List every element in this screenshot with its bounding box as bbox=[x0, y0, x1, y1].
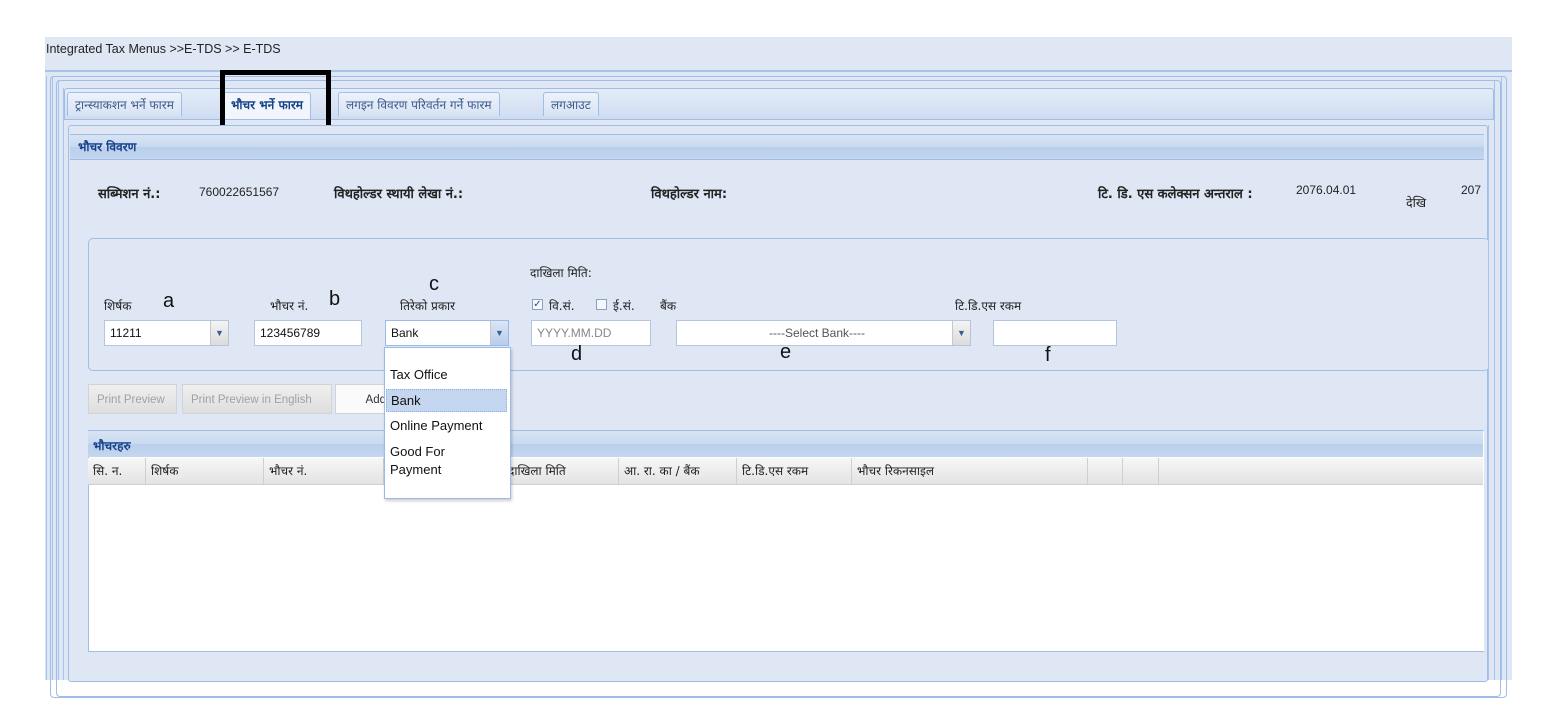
payment-type-label: तिरेको प्रकार bbox=[400, 299, 456, 313]
annotation-e: e bbox=[780, 341, 792, 363]
frame-edge bbox=[1494, 80, 1495, 680]
dropdown-option-online-payment[interactable]: Online Payment bbox=[386, 417, 507, 435]
voucher-no-label: भौचर नं. bbox=[270, 299, 309, 313]
frame-edge bbox=[1501, 76, 1502, 680]
tds-amount-input[interactable] bbox=[993, 320, 1117, 346]
heading-label: शिर्षक bbox=[104, 299, 132, 313]
frame-edge bbox=[1488, 125, 1489, 680]
bank-placeholder: ----Select Bank---- bbox=[768, 326, 865, 340]
col-serial-no[interactable]: सि. न. bbox=[88, 458, 146, 484]
tab-login-change-form[interactable]: लगइन विवरण परिवर्तन गर्ने फारम bbox=[338, 92, 500, 116]
voucher-no-input[interactable]: 123456789 bbox=[254, 320, 362, 346]
bs-label: वि.सं. bbox=[549, 299, 575, 313]
dropdown-option-tax-office[interactable]: Tax Office bbox=[386, 366, 507, 384]
annotation-a: a bbox=[163, 290, 175, 312]
deposit-date-label: दाखिला मिति: bbox=[530, 266, 592, 280]
col-deposit-date[interactable]: दाखिला मिति bbox=[503, 458, 619, 484]
vouchers-grid-title: भौचरहरु bbox=[93, 439, 131, 453]
heading-combo[interactable]: 11211 ▼ bbox=[104, 320, 229, 346]
payment-type-dropdown-list: Tax Office Bank Online Payment Good For … bbox=[384, 347, 511, 499]
col-action-2[interactable] bbox=[1123, 458, 1159, 484]
withholder-name-label: विथहोल्डर नाम: bbox=[651, 187, 728, 202]
frame-edge bbox=[63, 88, 64, 680]
deposit-date-input[interactable]: YYYY.MM.DD bbox=[531, 320, 651, 346]
submission-no-value: 760022651567 bbox=[199, 185, 280, 199]
tab-transaction-form[interactable]: ट्रान्स्याकशन भर्ने फारम bbox=[67, 92, 182, 116]
collection-from-value: 2076.04.01 bbox=[1296, 183, 1357, 197]
bs-checkbox[interactable]: ✓ bbox=[532, 299, 543, 310]
bank-label: बैंक bbox=[660, 299, 677, 313]
collection-to-value: 207 bbox=[1461, 183, 1482, 197]
col-voucher-reconcile[interactable]: भौचर रिकनसाइल bbox=[852, 458, 1088, 484]
collection-to-label: देखि bbox=[1406, 196, 1427, 210]
vouchers-grid-header bbox=[88, 431, 1483, 457]
print-preview-button[interactable]: Print Preview bbox=[88, 384, 177, 414]
heading-value: 11211 bbox=[110, 326, 142, 340]
ad-checkbox[interactable] bbox=[596, 299, 607, 310]
annotation-d: d bbox=[571, 343, 583, 365]
voucher-details-header bbox=[70, 134, 1484, 160]
print-preview-english-button[interactable]: Print Preview in English bbox=[182, 384, 332, 414]
col-voucher-no[interactable]: भौचर नं. bbox=[264, 458, 384, 484]
frame-edge bbox=[52, 76, 53, 680]
chevron-down-icon[interactable]: ▼ bbox=[490, 321, 508, 345]
tds-collection-period-label: टि. डि. एस कलेक्सन अन्तराल : bbox=[1098, 187, 1253, 202]
payment-type-combo[interactable]: Bank ▼ bbox=[385, 320, 509, 346]
frame-edge bbox=[58, 80, 59, 680]
voucher-details-title: भौचर विवरण bbox=[78, 140, 137, 154]
annotation-c: c bbox=[429, 273, 439, 295]
frame-edge bbox=[46, 76, 47, 680]
col-heading[interactable]: शिर्षक bbox=[146, 458, 264, 484]
withholder-pan-label: विथहोल्डर स्थायी लेखा नं.: bbox=[334, 187, 464, 202]
bank-combo[interactable]: ----Select Bank---- ▼ bbox=[676, 320, 971, 346]
annotation-f: f bbox=[1045, 344, 1051, 366]
tab-voucher-form[interactable]: भौचर भर्ने फारम bbox=[223, 92, 311, 119]
col-action-1[interactable] bbox=[1088, 458, 1123, 484]
dropdown-option-bank[interactable]: Bank bbox=[386, 389, 507, 412]
tds-amount-label: टि.डि.एस रकम bbox=[955, 299, 1022, 313]
annotation-b: b bbox=[329, 288, 341, 310]
submission-no-label: सब्मिशन नं.: bbox=[98, 187, 161, 202]
col-office-bank[interactable]: आ. रा. का / बैंक bbox=[619, 458, 737, 484]
ad-label: ई.सं. bbox=[613, 299, 635, 313]
dropdown-option-good-for-payment[interactable]: Good For Payment bbox=[386, 443, 466, 479]
breadcrumb-divider bbox=[45, 70, 1512, 72]
breadcrumb: Integrated Tax Menus >>E-TDS >> E-TDS bbox=[46, 42, 281, 56]
chevron-down-icon[interactable]: ▼ bbox=[952, 321, 970, 345]
col-tds-amount[interactable]: टि.डि.एस रकम bbox=[737, 458, 852, 484]
chevron-down-icon[interactable]: ▼ bbox=[210, 321, 228, 345]
tab-logout[interactable]: लगआउट bbox=[543, 92, 599, 116]
payment-type-value: Bank bbox=[391, 326, 419, 340]
